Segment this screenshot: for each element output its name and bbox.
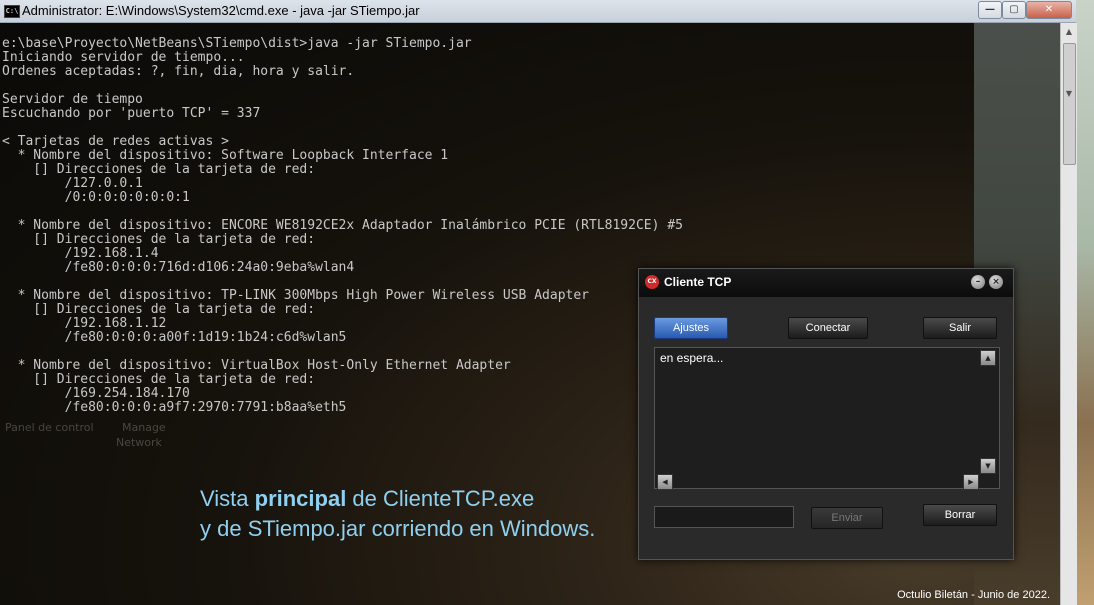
console-line: * Nombre del dispositivo: VirtualBox Hos… — [2, 358, 511, 373]
console-line: * Nombre del dispositivo: TP-LINK 300Mbp… — [2, 288, 589, 303]
console-line: [] Direcciones de la tarjeta de red: — [2, 372, 316, 387]
console-line: /127.0.0.1 — [2, 176, 143, 191]
console-icon: C:\ — [4, 5, 20, 18]
console-line: [] Direcciones de la tarjeta de red: — [2, 232, 316, 247]
cliente-tcp-window: CX Cliente TCP – × Ajustes Conectar Sali… — [638, 268, 1014, 560]
cmd-vertical-scrollbar[interactable]: ▲ ▼ — [1060, 23, 1077, 605]
tcp-titlebar[interactable]: CX Cliente TCP – × — [639, 269, 1013, 297]
console-line: Ordenes aceptadas: ?, fin, dia, hora y s… — [2, 64, 355, 79]
caption-line1-post: de ClienteTCP.exe — [346, 486, 535, 511]
output-text: en espera... — [660, 351, 724, 365]
console-line: < Tarjetas de redes activas > — [2, 134, 229, 149]
close-icon[interactable]: × — [989, 275, 1003, 289]
send-input[interactable] — [654, 506, 794, 528]
console-line: Escuchando por 'puerto TCP' = 337 — [2, 106, 261, 121]
salir-button[interactable]: Salir — [923, 317, 997, 339]
console-text: e:\base\Proyecto\NetBeans\STiempo\dist>j… — [2, 37, 683, 415]
cmd-titlebar[interactable]: C:\ Administrator: E:\Windows\System32\c… — [0, 0, 1076, 23]
ajustes-button[interactable]: Ajustes — [654, 317, 728, 339]
scroll-down-icon[interactable]: ▼ — [980, 458, 996, 474]
scroll-down-icon[interactable]: ▼ — [1063, 87, 1075, 101]
desktop-icon-label: Manage — [122, 421, 166, 434]
output-textarea[interactable]: en espera... ▲ ▼ ◀ ▶ — [654, 347, 1000, 490]
conectar-button[interactable]: Conectar — [788, 317, 868, 339]
credit-text: Octulio Biletán - Junio de 2022. — [897, 589, 1050, 601]
console-line: Servidor de tiempo — [2, 92, 143, 107]
scroll-up-icon[interactable]: ▲ — [1063, 25, 1075, 39]
minimize-icon[interactable]: – — [971, 275, 985, 289]
console-line: Iniciando servidor de tiempo... — [2, 50, 245, 65]
tcp-window-title: Cliente TCP — [664, 275, 732, 289]
console-line: [] Direcciones de la tarjeta de red: — [2, 162, 316, 177]
console-line: * Nombre del dispositivo: ENCORE WE8192C… — [2, 218, 683, 233]
maximize-button[interactable]: ▢ — [1002, 1, 1026, 19]
scroll-thumb[interactable] — [1063, 43, 1076, 165]
caption: Vista principal de ClienteTCP.exe y de S… — [200, 484, 595, 544]
app-logo-icon: CX — [645, 275, 659, 289]
scroll-left-icon[interactable]: ◀ — [657, 474, 673, 490]
console-line: /fe80:0:0:0:a00f:1d19:1b24:c6d%wlan5 — [2, 330, 347, 345]
caption-line1-bold: principal — [254, 486, 347, 511]
borrar-button[interactable]: Borrar — [923, 504, 997, 526]
desktop-icon-label: Panel de control — [5, 421, 94, 434]
console-line: /fe80:0:0:0:a9f7:2970:7791:b8aa%eth5 — [2, 400, 347, 415]
caption-line2: y de STiempo.jar corriendo en Windows. — [200, 516, 596, 541]
caption-line1-pre: Vista — [200, 486, 255, 511]
desktop-icon-label: Network — [116, 436, 162, 449]
close-button[interactable]: ✕ — [1026, 1, 1072, 19]
scroll-right-icon[interactable]: ▶ — [963, 474, 979, 490]
console-line: /192.168.1.4 — [2, 246, 159, 261]
console-line: /192.168.1.12 — [2, 316, 167, 331]
console-line: /169.254.184.170 — [2, 386, 190, 401]
cmd-window-title: Administrator: E:\Windows\System32\cmd.e… — [22, 3, 420, 18]
console-line: /fe80:0:0:0:716d:d106:24a0:9eba%wlan4 — [2, 260, 355, 275]
scroll-up-icon[interactable]: ▲ — [980, 350, 996, 366]
console-line: /0:0:0:0:0:0:0:1 — [2, 190, 190, 205]
console-line: [] Direcciones de la tarjeta de red: — [2, 302, 316, 317]
console-line: e:\base\Proyecto\NetBeans\STiempo\dist>j… — [2, 36, 472, 51]
minimize-button[interactable]: — — [978, 1, 1002, 19]
console-line: * Nombre del dispositivo: Software Loopb… — [2, 148, 449, 163]
enviar-button[interactable]: Enviar — [811, 507, 883, 529]
